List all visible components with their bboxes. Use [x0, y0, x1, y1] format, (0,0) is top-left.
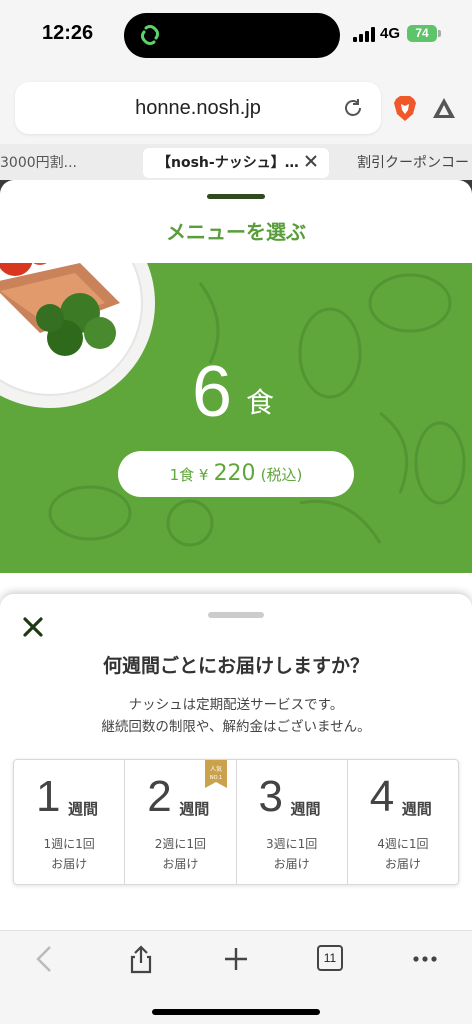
price-suffix: (税込): [260, 466, 303, 484]
meal-banner: 6 食 1食 ¥ 220 (税込): [0, 263, 472, 573]
sheet-description: ナッシュは定期配送サービスです。 継続回数の制限や、解約金はございません。: [0, 694, 472, 738]
desc-line-2: 継続回数の制限や、解約金はございません。: [101, 719, 371, 735]
reload-icon[interactable]: [341, 96, 365, 120]
option-desc-line-1: 1週に1回: [43, 837, 95, 851]
price-pill: 1食 ¥ 220 (税込): [118, 451, 354, 497]
signal-icon: [353, 27, 375, 42]
app-link-icon: [141, 25, 159, 45]
more-icon[interactable]: [409, 943, 441, 975]
option-unit: 週間: [179, 800, 210, 818]
menu-title: メニューを選ぶ: [166, 220, 306, 244]
popular-badge-icon: 人気 NO.1: [205, 760, 228, 788]
battery-icon: 74: [407, 25, 441, 42]
option-description: 3週に1回 お届け: [237, 834, 347, 874]
option-number: 4: [369, 772, 395, 821]
option-description: 4週に1回 お届け: [348, 834, 458, 874]
meal-unit: 食: [246, 386, 275, 419]
option-desc-line-2: お届け: [273, 857, 310, 871]
sheet-title: 何週間ごとにお届けしますか？: [102, 655, 369, 677]
option-number: 1: [36, 772, 61, 821]
close-tab-icon[interactable]: [303, 153, 319, 169]
option-4-weeks[interactable]: 4 週間 4週に1回 お届け: [348, 760, 458, 884]
badge-text-2: NO.1: [210, 775, 222, 781]
close-icon[interactable]: [22, 616, 44, 638]
option-description: 1週に1回 お届け: [14, 834, 124, 874]
interval-options: 1 週間 1週に1回 お届け 人気 NO.1 2 週間 2週に1回 お届け 3 …: [13, 759, 459, 885]
option-desc-line-2: お届け: [384, 857, 421, 871]
option-number: 2: [147, 772, 172, 821]
option-description: 2週に1回 お届け: [125, 834, 235, 874]
option-desc-line-1: 3週に1回: [265, 837, 318, 851]
option-3-weeks[interactable]: 3 週間 3週に1回 お届け: [237, 760, 348, 884]
status-bar: 12:26 4G 74: [0, 0, 472, 66]
option-desc-line-1: 2週に1回: [154, 837, 207, 851]
desc-line-1: ナッシュは定期配送サービスです。: [128, 697, 344, 713]
network-type: 4G: [380, 25, 401, 42]
tab-right[interactable]: 割引クーポンコー: [357, 148, 472, 178]
dynamic-island: [124, 13, 340, 58]
status-time: 12:26: [42, 22, 94, 44]
browser-toolbar: 11: [0, 930, 472, 1024]
plus-icon[interactable]: [220, 943, 252, 975]
tab-left[interactable]: 3000円割...: [0, 148, 120, 178]
url-text: honne.nosh.jp: [135, 97, 261, 119]
triangle-icon[interactable]: [431, 96, 457, 120]
badge-text-1: 人気: [210, 765, 222, 773]
share-icon[interactable]: [125, 943, 157, 975]
option-number: 3: [258, 772, 283, 821]
food-plate-image: [0, 263, 155, 408]
option-unit: 週間: [68, 800, 99, 818]
brave-icon[interactable]: [392, 94, 418, 122]
option-desc-line-2: お届け: [51, 857, 88, 871]
price-amount: 220: [213, 461, 256, 486]
tab-active[interactable]: 【nosh-ナッシュ】…: [143, 148, 329, 178]
price-prefix: 1食 ¥: [169, 466, 209, 484]
web-page: メニューを選ぶ 6 食 1食 ¥ 220 (税込) 何週間ごとにお届けしますか？…: [0, 180, 472, 930]
option-desc-line-2: お届け: [162, 857, 199, 871]
sheet-drag-handle[interactable]: [208, 612, 264, 618]
option-1-week[interactable]: 1 週間 1週に1回 お届け: [14, 760, 126, 884]
delivery-interval-sheet: 何週間ごとにお届けしますか？ ナッシュは定期配送サービスです。 継続回数の制限や…: [0, 594, 472, 930]
address-bar[interactable]: honne.nosh.jp: [15, 82, 381, 134]
option-unit: 週間: [290, 800, 321, 818]
page-drag-handle: [207, 194, 265, 199]
tabs-icon[interactable]: 11: [317, 945, 343, 971]
option-desc-line-1: 4週に1回: [377, 837, 429, 851]
tab-strip: 3000円割... 【nosh-ナッシュ】… 割引クーポンコー: [0, 144, 472, 180]
back-icon[interactable]: [30, 943, 62, 975]
meal-count: 6: [192, 352, 233, 432]
home-indicator[interactable]: [152, 1009, 320, 1015]
option-2-weeks[interactable]: 人気 NO.1 2 週間 2週に1回 お届け: [125, 760, 237, 884]
option-unit: 週間: [401, 800, 432, 818]
